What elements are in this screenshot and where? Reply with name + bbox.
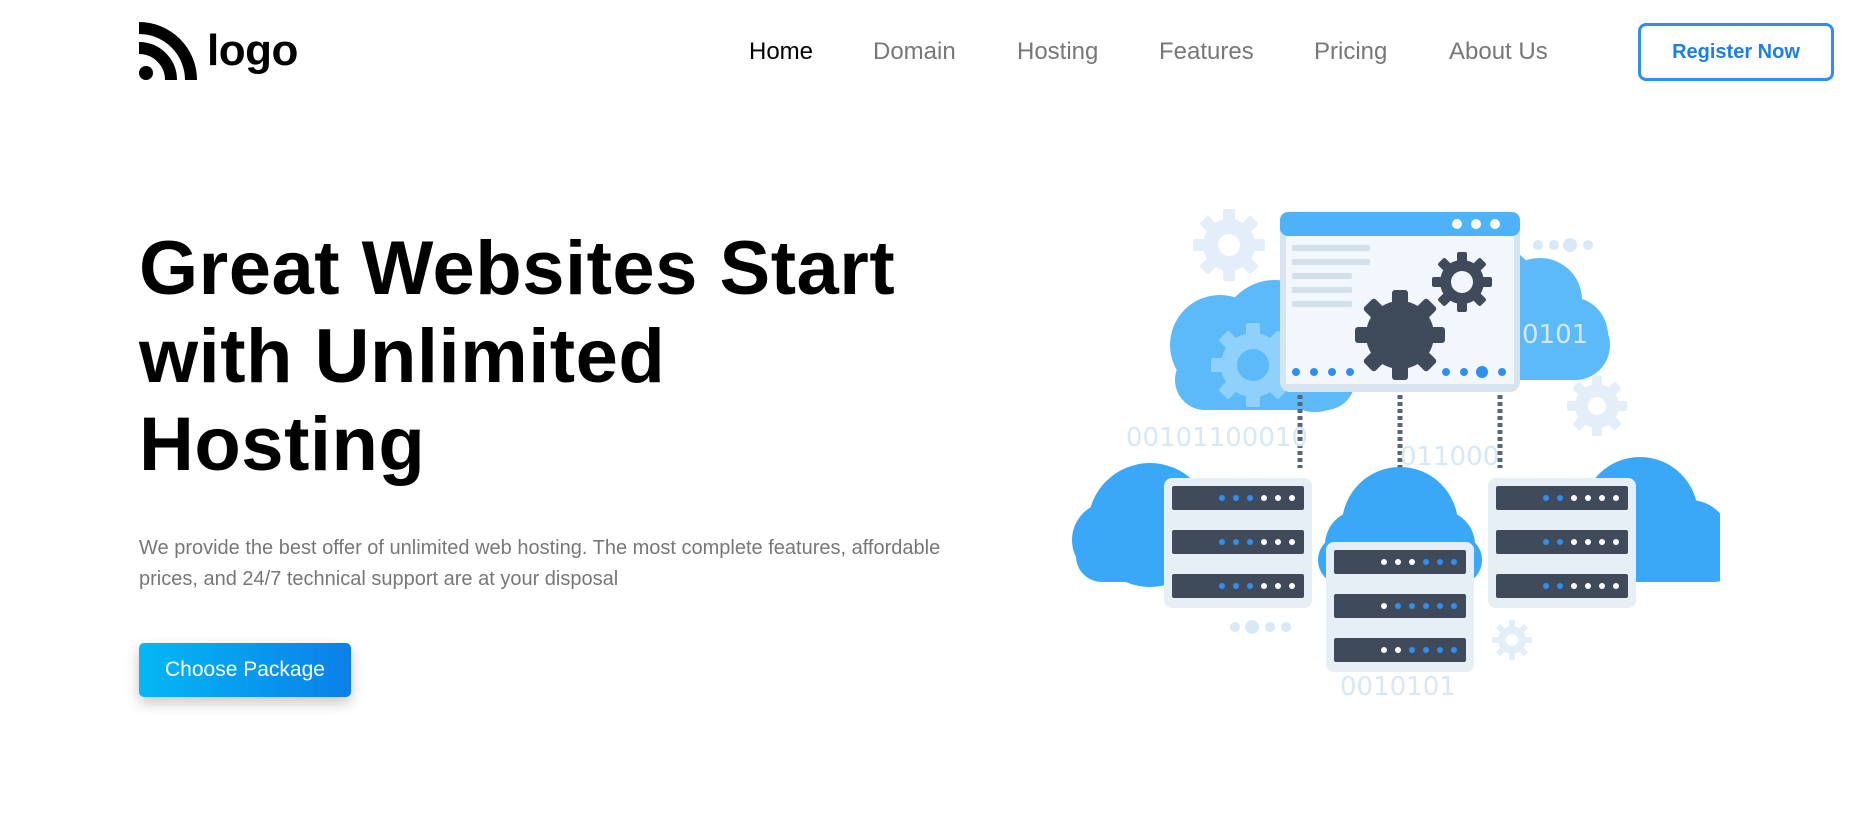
site-header: logo Home Domain Hosting Features Pricin…: [0, 0, 1852, 110]
hero-title-line-1: Great Websites Start: [139, 226, 896, 311]
gear-icon: [1567, 376, 1627, 436]
server-rack-icon: [1164, 478, 1312, 608]
binary-text: 011000: [1400, 442, 1499, 472]
nav-pricing[interactable]: Pricing: [1314, 36, 1387, 68]
logo-text: logo: [207, 26, 298, 75]
gear-icon: [1193, 209, 1265, 281]
gear-icon: [1355, 290, 1445, 380]
nav-home[interactable]: Home: [749, 36, 813, 68]
hero-description-line-2: prices, and 24/7 technical support are a…: [139, 568, 619, 590]
logo-mark-icon: [139, 22, 197, 80]
hosting-illustration: 0101 00101100010 011000 0010101: [1072, 209, 1720, 702]
hero-title-line-2: with Unlimited: [139, 314, 666, 399]
binary-text: 0010101: [1340, 672, 1456, 702]
register-now-button[interactable]: Register Now: [1638, 23, 1834, 81]
server-rack-icon: [1488, 478, 1636, 608]
hero-description-line-1: We provide the best offer of unlimited w…: [139, 537, 941, 559]
binary-text: 0101: [1522, 320, 1588, 350]
logo[interactable]: logo: [139, 22, 298, 80]
choose-package-button[interactable]: Choose Package: [139, 643, 351, 697]
binary-text: 00101100010: [1126, 423, 1308, 453]
nav-features[interactable]: Features: [1159, 36, 1254, 68]
hero-title: Great Websites Start with Unlimited Host…: [139, 225, 959, 489]
hero-title-line-3: Hosting: [139, 402, 426, 487]
nav-hosting[interactable]: Hosting: [1017, 36, 1098, 68]
nav-about-us[interactable]: About Us: [1449, 36, 1548, 68]
gear-icon: [1432, 252, 1492, 312]
gear-icon: [1492, 620, 1532, 660]
server-rack-icon: [1326, 542, 1474, 672]
hero-description: We provide the best offer of unlimited w…: [139, 533, 959, 595]
nav-domain[interactable]: Domain: [873, 36, 956, 68]
